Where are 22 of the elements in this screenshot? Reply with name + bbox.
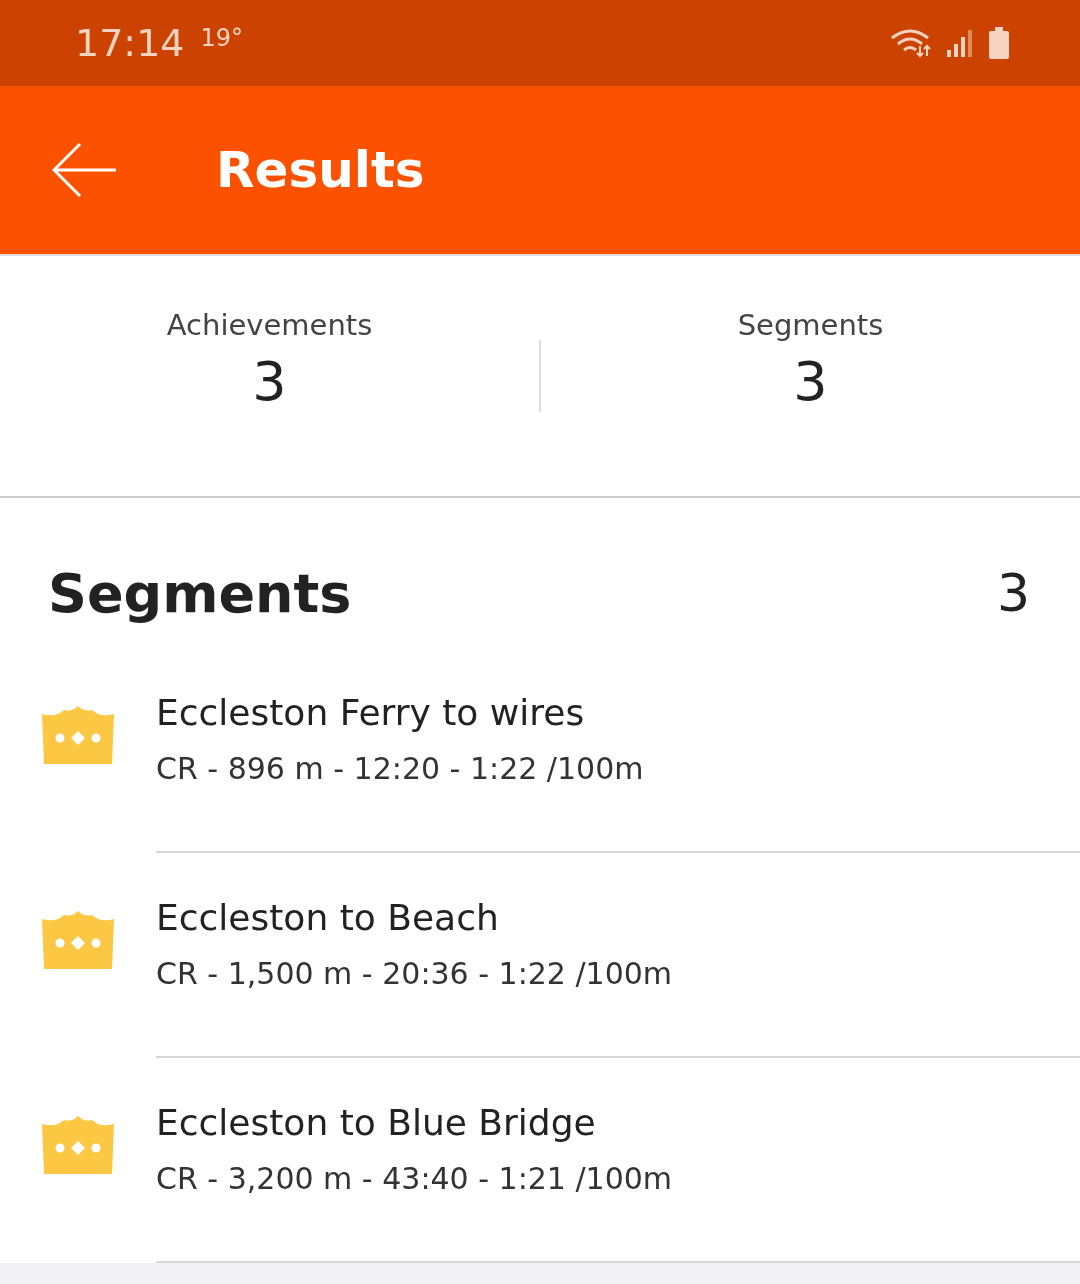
segment-name[interactable]: Eccleston Ferry to wires [156, 692, 1080, 733]
crown-icon [42, 706, 114, 764]
section-title: Segments [48, 561, 352, 625]
crown-icon [42, 1116, 114, 1174]
wifi-icon [890, 28, 932, 58]
temperature: 19° [200, 24, 244, 52]
stat-label: Achievements [166, 308, 373, 342]
segment-name[interactable]: Eccleston to Blue Bridge [156, 1102, 1080, 1143]
section-count: 3 [996, 563, 1030, 623]
page-title: Results [216, 141, 425, 199]
crown-icon [42, 911, 114, 969]
back-button[interactable] [52, 142, 116, 198]
clock-time: 17:14 [75, 21, 185, 65]
signal-icon [946, 28, 974, 58]
stat-value: 3 [793, 350, 828, 413]
segment-details: CR - 896 m - 12:20 - 1:22 /100m [156, 751, 645, 786]
segment-details: CR - 3,200 m - 43:40 - 1:21 /100m [156, 1161, 674, 1196]
segment-name[interactable]: Eccleston to Beach [156, 897, 1080, 938]
stat-label: Segments [737, 308, 884, 342]
stat-value: 3 [252, 350, 287, 413]
battery-icon [988, 27, 1010, 59]
segment-details: CR - 1,500 m - 20:36 - 1:22 /100m [156, 956, 674, 991]
